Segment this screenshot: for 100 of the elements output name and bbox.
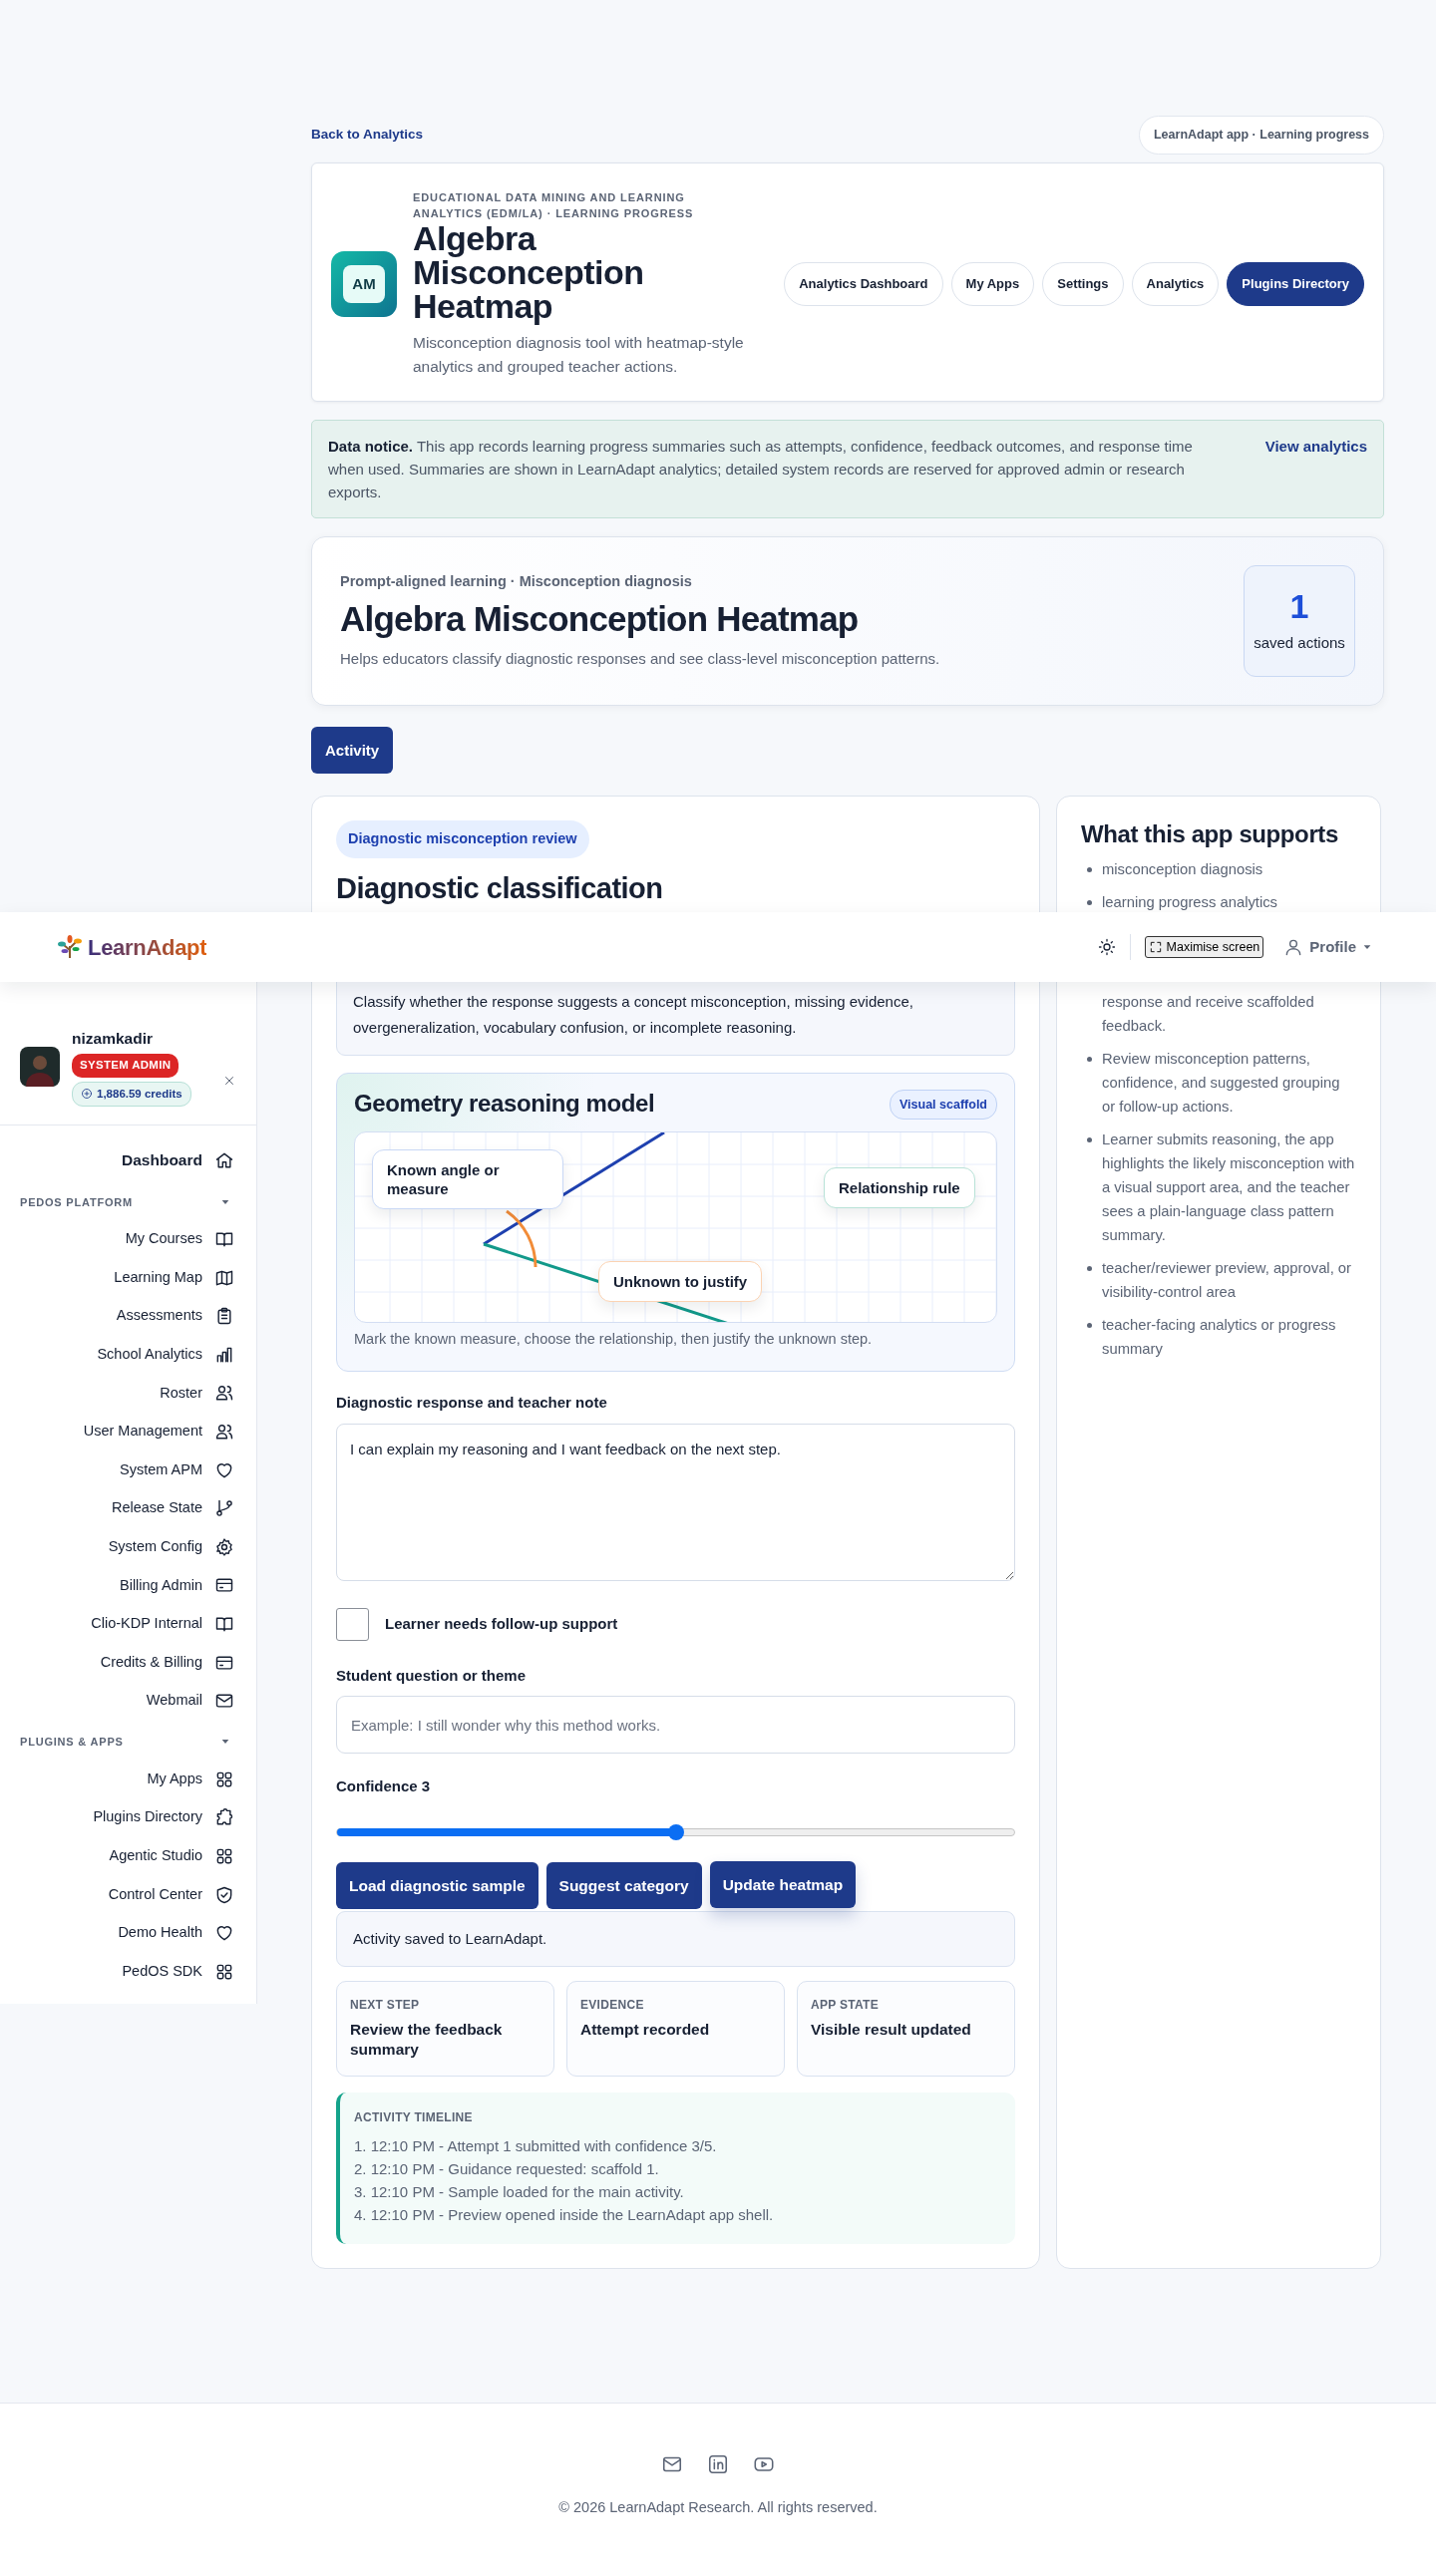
sidebar-item[interactable]: Dashboard [0, 1139, 256, 1180]
sidebar-item[interactable]: Clio-KDP Internal [0, 1604, 256, 1644]
credits-badge: 1,886.59 credits [72, 1081, 191, 1107]
sidebar-item[interactable]: Billing Admin [0, 1566, 256, 1605]
nav-pill[interactable]: Analytics [1131, 261, 1220, 306]
checkbox[interactable] [336, 1607, 369, 1641]
review-tag: Diagnostic misconception review [336, 819, 589, 858]
diagram-caption: Mark the known measure, choose the relationship, then justify the unknown step. [354, 1330, 874, 1350]
app-title: Algebra Misconception Heatmap [413, 220, 645, 323]
model-title: Geometry reasoning model [354, 1090, 655, 1120]
sidebar-item[interactable]: System Config [0, 1527, 256, 1567]
stat-value: 1 [1289, 587, 1309, 624]
timeline-entry: 3. 12:10 PM - Sample loaded for the main activity. [354, 2182, 685, 2202]
sidebar-item[interactable]: Credits & Billing [0, 1643, 256, 1682]
supports-item: Learner submits reasoning, the app highlights the likely misconception with a visual support area, and the teacher sees a plain-language class pattern summary. [1102, 1129, 1356, 1245]
section-heading: PLUGINS & APPS [20, 1735, 124, 1751]
summary-value: Attempt recorded [580, 2020, 711, 2040]
timeline-entry: 4. 12:10 PM - Preview opened inside the LearnAdapt app shell. [354, 2205, 775, 2225]
back-link[interactable]: Back to Analytics [311, 125, 424, 146]
sidebar-item[interactable]: My Apps [0, 1760, 256, 1799]
field-label: Student question or theme [336, 1665, 527, 1686]
app-description: Misconception diagnosis tool with heatmap-style analytics and grouped teacher actions. [413, 332, 745, 377]
bullet-icon [1087, 1322, 1092, 1328]
users-icon [214, 1422, 234, 1442]
diagram-label: Known angle or measure [372, 1149, 563, 1210]
diagram-label: Relationship rule [824, 1167, 975, 1209]
sidebar-item[interactable]: Plugins Directory [0, 1798, 256, 1837]
sidebar-item[interactable]: Roster [0, 1374, 256, 1413]
clipboard-icon [214, 1306, 234, 1327]
sidebar-item[interactable]: System APM [0, 1450, 256, 1489]
timeline-entry: 1. 12:10 PM - Attempt 1 submitted with confidence 3/5. [354, 2136, 718, 2156]
response-field[interactable]: I can explain my reasoning and I want feedback on the next step. [336, 1423, 1015, 1581]
summary-label: EVIDENCE [580, 1997, 645, 2014]
sidebar-item[interactable]: Demo Health [0, 1913, 256, 1953]
linkedin-icon[interactable] [707, 2453, 729, 2475]
settings-icon [214, 1536, 234, 1557]
supports-item: teacher/reviewer preview, approval, or visibility-control area [1102, 1258, 1353, 1302]
brand-logo[interactable]: LearnAdapt [56, 930, 207, 964]
tree-logo-icon [56, 934, 84, 960]
sidebar-item[interactable]: Learning Map [0, 1258, 256, 1297]
summary-value: Review the feedback summary [350, 2020, 504, 2060]
copyright-text: © 2026 LearnAdapt Research. All rights reserved. [558, 2498, 878, 2517]
status-message: Activity saved to LearnAdapt. [336, 1910, 1015, 1967]
caret-icon [1362, 942, 1372, 952]
stat-label: saved actions [1254, 632, 1345, 653]
sidebar-item[interactable]: PedOS SDK [0, 1952, 256, 1992]
supports-item: learning progress analytics [1102, 892, 1277, 912]
supports-item: Review misconception patterns, confidence, and suggested grouping or follow-up actions. [1102, 1049, 1341, 1117]
nav-pill[interactable]: Plugins Directory [1227, 261, 1364, 306]
bullet-icon [1087, 1056, 1092, 1062]
hero-title: Algebra Misconception Heatmap [340, 598, 860, 641]
supports-item: teacher-facing analytics or progress summary [1102, 1315, 1337, 1359]
user-name: nizamkadir [72, 1029, 153, 1049]
bullet-icon [1087, 1136, 1092, 1142]
sidebar-item[interactable]: School Analytics [0, 1335, 256, 1375]
close-icon[interactable] [222, 1074, 236, 1088]
nav-pill[interactable]: Settings [1042, 261, 1124, 306]
summary-label: APP STATE [811, 1997, 881, 2014]
supports-item: misconception diagnosis [1102, 859, 1263, 879]
sidebar-item[interactable]: Control Center [0, 1875, 256, 1914]
sidebar-item[interactable]: Webmail [0, 1681, 256, 1721]
sidebar-item[interactable]: My Courses [0, 1219, 256, 1259]
profile-menu[interactable]: Profile [1277, 934, 1378, 960]
activity-tab[interactable]: Activity [311, 726, 394, 774]
supports-item: response and receive scaffolded feedback. [1102, 992, 1315, 1036]
confidence-label: Confidence 3 [336, 1776, 432, 1796]
view-analytics-link[interactable]: View analytics [1225, 434, 1367, 503]
scaffold-badge: Visual scaffold [890, 1089, 997, 1121]
sidebar-item[interactable]: Assessments [0, 1296, 256, 1336]
nav-pill[interactable]: My Apps [950, 261, 1035, 306]
hero-description: Helps educators classify diagnostic responses and see class-level misconception patterns. [340, 649, 941, 670]
bullet-icon [1087, 866, 1092, 872]
role-badge: SYSTEM ADMIN [72, 1054, 180, 1078]
sidebar-item[interactable]: Release State [0, 1488, 256, 1528]
summary-value: Visible result updated [811, 2020, 972, 2040]
bullet-icon [1087, 1265, 1092, 1271]
summary-label: NEXT STEP [350, 1997, 421, 2014]
shield-check-icon [214, 1884, 234, 1905]
action-button[interactable]: Suggest category [545, 1861, 702, 1909]
action-button[interactable]: Update heatmap [709, 1860, 857, 1908]
plus-circle-icon [81, 1088, 93, 1101]
sidebar-item[interactable]: User Management [0, 1412, 256, 1451]
theme-toggle-icon[interactable] [1097, 938, 1116, 956]
section-heading: PEDOS PLATFORM [20, 1194, 134, 1210]
branch-icon [214, 1498, 234, 1519]
slider-thumb[interactable] [667, 1823, 684, 1840]
sidebar-item[interactable]: Agentic Studio [0, 1836, 256, 1876]
data-notice-text: Data notice. This app records learning progress summaries such as attempts, confidence, feedback outcomes, and response time when used. Summaries are shown in LearnAdapt analytics; detailed system records are reserved for approved admin or research exports. [328, 436, 1194, 502]
field-label: Diagnostic response and teacher note [336, 1393, 608, 1413]
nav-pill[interactable]: Analytics Dashboard [784, 261, 943, 306]
context-chip: LearnAdapt app · Learning progress [1139, 116, 1384, 155]
diagram-label: Unknown to justify [598, 1261, 763, 1303]
category-label: EDUCATIONAL DATA MINING AND LEARNING ANALYTICS (EDM/LA) · LEARNING PROGRESS [413, 189, 695, 221]
action-button[interactable]: Load diagnostic sample [336, 1861, 538, 1909]
supports-title: What this app supports [1081, 819, 1339, 849]
bullet-icon [1087, 899, 1092, 905]
timeline-title: ACTIVITY TIMELINE [354, 2109, 474, 2126]
question-field[interactable]: Example: I still wonder why this method works. [336, 1696, 1015, 1754]
angle-arc [506, 1210, 538, 1268]
maximise-button[interactable]: Maximise screen [1144, 935, 1264, 959]
